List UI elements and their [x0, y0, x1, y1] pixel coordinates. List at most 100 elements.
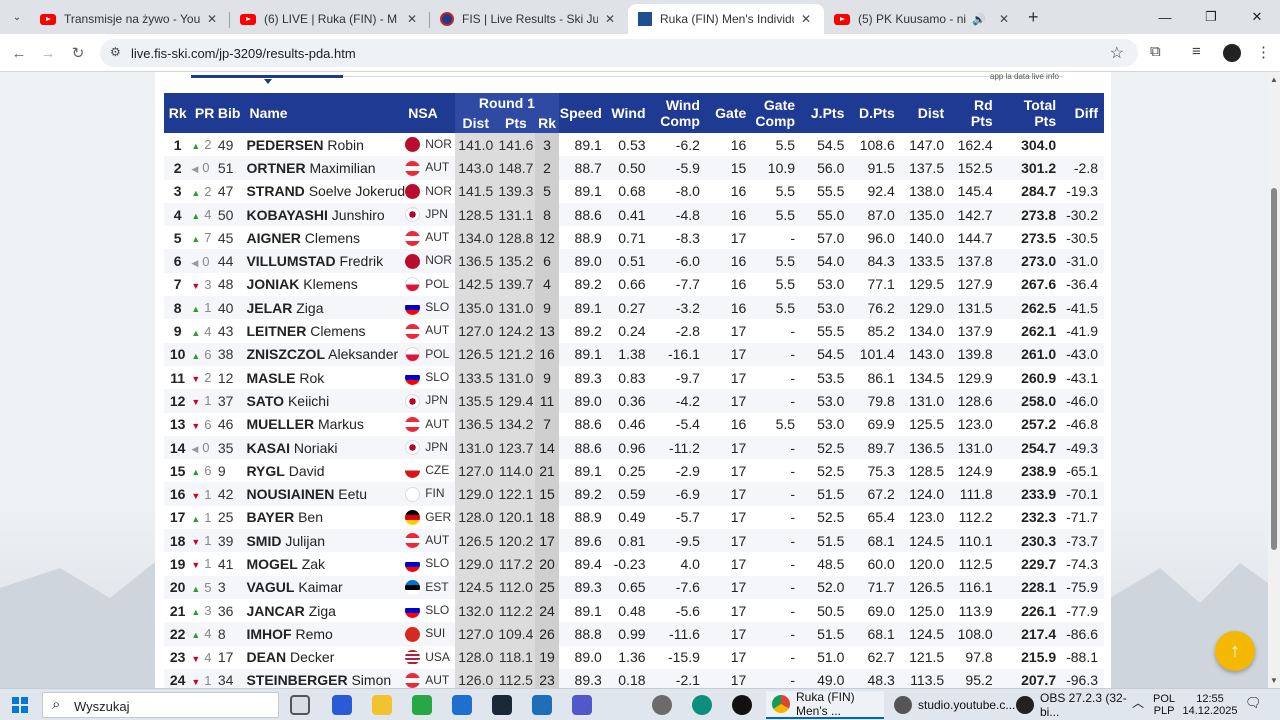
- header-rd-pts[interactable]: Rd Pts: [950, 93, 999, 133]
- active-view-tab-indicator[interactable]: [191, 75, 343, 78]
- header-nsa[interactable]: NSA: [405, 93, 455, 133]
- media-controls-icon[interactable]: ≡: [1192, 43, 1201, 60]
- cell-name[interactable]: KASAI Noriaki: [246, 435, 406, 460]
- profile-avatar[interactable]: [1223, 44, 1241, 62]
- table-row[interactable]: 24 ▼ 1 34 STEINBERGER Simon AUT 126.0 112.5 23 89…: [164, 668, 1104, 688]
- settings-gear-icon[interactable]: [652, 695, 672, 715]
- header-rk[interactable]: Rk: [164, 93, 192, 133]
- header-dpts[interactable]: D.Pts: [850, 93, 901, 133]
- scroll-to-top-button[interactable]: ↑: [1215, 631, 1255, 671]
- table-row[interactable]: 18 ▼ 1 39 SMID Julijan AUT 126.5 120.2 17 89.6 0.8…: [164, 529, 1104, 553]
- steam-icon[interactable]: [492, 695, 512, 715]
- close-icon[interactable]: ✕: [404, 12, 420, 26]
- address-bar[interactable]: ⚙ live.fis-ski.com/jp-3209/results-pda.h…: [100, 39, 1138, 67]
- teams-icon[interactable]: [572, 695, 592, 715]
- browser-tab-3[interactable]: FIS | Live Results - Ski Jumping ✕: [430, 4, 628, 34]
- reload-icon[interactable]: ↻: [67, 42, 89, 64]
- table-row[interactable]: 6 ◀ 0 44 VILLUMSTAD Fredrik NOR 136.5 135.2 6 89.…: [164, 249, 1104, 273]
- site-info-icon[interactable]: ⚙: [110, 45, 121, 59]
- header-dist[interactable]: Dist: [900, 93, 951, 133]
- new-tab-button[interactable]: +: [1028, 7, 1039, 28]
- chevron-up-icon[interactable]: ︿: [1132, 697, 1144, 709]
- cell-name[interactable]: PEDERSEN Robin: [246, 133, 405, 156]
- cell-name[interactable]: IMHOF Remo: [246, 622, 406, 646]
- maximize-icon[interactable]: ❐: [1188, 0, 1234, 34]
- url-text[interactable]: live.fis-ski.com/jp-3209/results-pda.htm: [131, 46, 356, 61]
- speaker-icon[interactable]: 🔊: [972, 13, 986, 26]
- cell-name[interactable]: JELAR Ziga: [246, 296, 406, 320]
- table-row[interactable]: 15 ▲ 6 9 RYGL David CZE 127.0 114.0 21 89.1 0.25 -2…: [164, 459, 1104, 483]
- close-icon[interactable]: ✕: [798, 12, 814, 26]
- scroll-down-arrow-icon[interactable]: ▼: [1270, 676, 1278, 685]
- header-bib[interactable]: Bib: [217, 93, 247, 133]
- task-view-icon[interactable]: [290, 695, 310, 715]
- browser-tab-5[interactable]: (5) PK Kuusamo - niedzielny 🔊 ✕: [824, 4, 1022, 34]
- close-icon[interactable]: ✕: [204, 12, 220, 26]
- table-row[interactable]: 21 ▲ 3 36 JANCAR Ziga SLO 132.0 112.2 24 89.1 0.48…: [164, 598, 1104, 623]
- extensions-icon[interactable]: ⧉: [1150, 43, 1161, 60]
- scrollbar-thumb[interactable]: [1271, 188, 1277, 550]
- edge-icon[interactable]: [692, 695, 712, 715]
- table-row[interactable]: 9 ▲ 4 43 LEITNER Clemens AUT 127.0 124.2 13 89.2 0…: [164, 319, 1104, 343]
- table-row[interactable]: 22 ▲ 4 8 IMHOF Remo SUI 127.0 109.4 26 88.8 0.99 -1…: [164, 622, 1104, 646]
- table-row[interactable]: 2 ◀ 0 51 ORTNER Maximilian AUT 143.0 148.7 2 88.7…: [164, 156, 1104, 180]
- cell-name[interactable]: JANCAR Ziga: [246, 599, 405, 622]
- bookmark-star-icon[interactable]: ☆: [1110, 43, 1124, 63]
- close-icon[interactable]: ✕: [996, 12, 1012, 26]
- input-language-indicator[interactable]: POL PLP: [1153, 693, 1175, 717]
- table-row[interactable]: 1 ▲ 2 49 PEDERSEN Robin NOR 141.0 141.6 3 89.1 0.5…: [164, 133, 1104, 157]
- header-speed[interactable]: Speed: [558, 93, 608, 133]
- tiktok-icon[interactable]: [732, 695, 752, 715]
- clock[interactable]: 12:55 14.12.2025: [1180, 693, 1240, 717]
- back-icon[interactable]: ←: [8, 42, 30, 64]
- cell-name[interactable]: STEINBERGER Simon: [246, 668, 406, 688]
- table-row[interactable]: 5 ▲ 7 45 AIGNER Clemens AUT 134.0 128.8 12 88.9 0.…: [164, 226, 1104, 250]
- table-row[interactable]: 8 ▲ 1 40 JELAR Ziga SLO 135.0 131.0 9 89.1 0.27 -3.…: [164, 296, 1104, 320]
- header-gate[interactable]: Gate: [705, 93, 753, 133]
- table-row[interactable]: 3 ▲ 2 47 STRAND Soelve Jokerud NOR 141.5 139.3 5…: [164, 179, 1104, 203]
- cell-name[interactable]: BAYER Ben: [246, 506, 405, 529]
- header-jpts[interactable]: J.Pts: [801, 93, 851, 133]
- cell-name[interactable]: MASLE Rok: [246, 366, 405, 389]
- header-r1-rk[interactable]: Rk: [535, 113, 559, 133]
- cell-name[interactable]: STRAND Soelve Jokerud: [246, 180, 405, 203]
- header-name[interactable]: Name: [246, 93, 406, 133]
- cell-name[interactable]: MUELLER Markus: [246, 413, 405, 436]
- header-wind[interactable]: Wind: [607, 93, 652, 133]
- cell-name[interactable]: VILLUMSTAD Fredrik: [246, 249, 406, 273]
- table-row[interactable]: 17 ▲ 1 25 BAYER Ben GER 128.0 120.1 18 88.9 0.49 -5…: [164, 505, 1104, 530]
- vpn-app-icon[interactable]: [332, 695, 352, 715]
- header-pr[interactable]: PR: [191, 93, 218, 133]
- table-row[interactable]: 12 ▼ 1 37 SATO Keiichi JPN 135.5 129.4 11 89.0 0.3…: [164, 389, 1104, 413]
- table-row[interactable]: 7 ▼ 3 48 JONIAK Klemens POL 142.5 139.7 4 89.2 0.6…: [164, 272, 1104, 297]
- header-r1-pts[interactable]: Pts: [496, 113, 536, 133]
- table-row[interactable]: 19 ▼ 1 41 MOGEL Zak SLO 129.0 117.2 20 89.4 -0.23 4…: [164, 552, 1104, 576]
- forward-icon[interactable]: →: [37, 42, 59, 64]
- table-row[interactable]: 20 ▲ 5 3 VAGUL Kaimar EST 124.5 112.0 25 89.3 0.65…: [164, 575, 1104, 599]
- header-r1-dist[interactable]: Dist: [454, 113, 497, 133]
- table-row[interactable]: 10 ▲ 6 38 ZNISZCZOL Aleksander POL 126.5 121.2 1…: [164, 342, 1104, 366]
- notifications-icon[interactable]: 🗨: [1245, 696, 1262, 709]
- close-icon[interactable]: ✕: [602, 12, 618, 26]
- cell-name[interactable]: SMID Julijan: [246, 529, 406, 553]
- cell-name[interactable]: LEITNER Clemens: [246, 319, 405, 342]
- menu-kebab-icon[interactable]: ⋮: [1256, 43, 1271, 61]
- calculator-app-icon[interactable]: [532, 695, 552, 715]
- table-row[interactable]: 11 ▼ 2 12 MASLE Rok SLO 133.5 131.0 9 89.3 0.83 -9.…: [164, 365, 1104, 390]
- cell-name[interactable]: KOBAYASHI Junshiro: [246, 202, 406, 227]
- header-total-pts[interactable]: Total Pts: [998, 93, 1063, 133]
- table-row[interactable]: 16 ▼ 1 42 NOUSIAINEN Eetu FIN 129.0 122.1 15 89.2…: [164, 482, 1104, 506]
- cell-name[interactable]: DEAN Decker: [246, 646, 405, 669]
- header-gate-comp[interactable]: Gate Comp: [752, 93, 802, 133]
- taskbar-app-youtube-studio[interactable]: studio.youtube.c...: [888, 691, 1015, 719]
- table-row[interactable]: 23 ▼ 4 17 DEAN Decker USA 128.0 118.1 19 89.0 1.36…: [164, 645, 1104, 669]
- table-row[interactable]: 13 ▼ 6 46 MUELLER Markus AUT 136.5 134.2 7 88.6 0.…: [164, 412, 1104, 436]
- file-explorer-icon[interactable]: [372, 695, 392, 715]
- taskbar-app-obs[interactable]: OBS 27.2.3 (32-bi...: [1010, 691, 1128, 719]
- cell-name[interactable]: AIGNER Clemens: [246, 226, 405, 249]
- browser-tab-1[interactable]: Transmisje na żywo - YouTube S ✕: [30, 4, 230, 34]
- header-wind-comp[interactable]: Wind Comp: [651, 93, 706, 133]
- table-row[interactable]: 4 ▲ 4 50 KOBAYASHI Junshiro JPN 128.5 131.1 8 88.…: [164, 202, 1104, 227]
- tab-search-menu-icon[interactable]: ⌄: [6, 6, 28, 28]
- taskbar-search-box[interactable]: ⌕ Wyszukaj: [42, 692, 279, 718]
